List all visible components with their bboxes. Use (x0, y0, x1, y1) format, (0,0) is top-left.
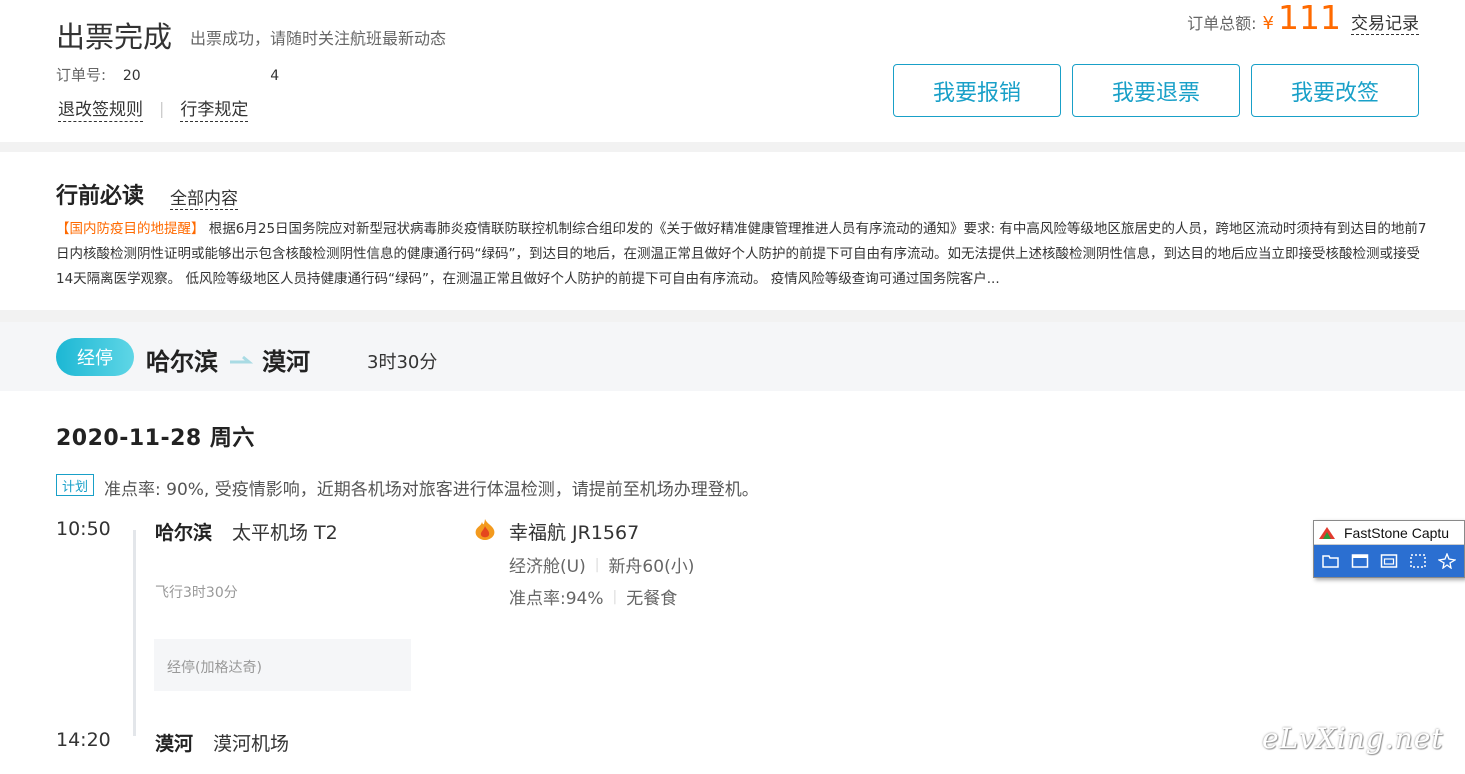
arrival-time: 14:20 (56, 729, 111, 751)
stopover-info: 经停(加格达奇) (154, 639, 411, 691)
route-arrow-icon (229, 348, 254, 372)
order-number: 订单号: 20 4 (56, 64, 279, 85)
flight-duration: 飞行3时30分 (155, 585, 238, 601)
capture-freehand-icon[interactable] (1436, 551, 1457, 572)
refund-change-rules-link[interactable]: 退改签规则 (58, 95, 143, 122)
currency-symbol: ¥ (1262, 13, 1274, 34)
flame-logo-icon (472, 516, 498, 542)
order-number-fragment: 20 (122, 68, 141, 84)
departure-city: 哈尔滨 (155, 522, 213, 544)
notice-highlight: 【国内防疫目的地提醒】 (56, 221, 205, 237)
capture-window-icon[interactable] (1349, 551, 1370, 572)
faststone-tools (1314, 545, 1464, 577)
faststone-logo-icon (1319, 526, 1335, 539)
route-origin: 哈尔滨 (146, 348, 218, 376)
flight-trip-card: 经停 哈尔滨 漠河 3时30分 2020-11-28 周六 计划 准点率: 90… (0, 322, 1465, 774)
route-destination: 漠河 (262, 348, 310, 376)
order-total-label: 订单总额: (1187, 14, 1257, 33)
cabin-class: 经济舱(U) (509, 557, 586, 577)
notice-text: 根据6月25日国务院应对新型冠状病毒肺炎疫情联防联控机制综合组印发的《关于做好精… (56, 221, 1427, 287)
route-bar: 经停 哈尔滨 漠河 3时30分 (0, 322, 1465, 391)
stopover-badge: 经停 (56, 338, 134, 376)
capture-object-icon[interactable] (1378, 551, 1399, 572)
faststone-title-bar[interactable]: FastStone Captu (1314, 521, 1464, 545)
link-separator: | (159, 99, 165, 118)
ontime-rate: 准点率:94% (509, 589, 604, 609)
departure-time: 10:50 (56, 518, 111, 540)
meal-info: 无餐食 (626, 589, 678, 609)
timeline-line (133, 530, 136, 736)
baggage-rules-link[interactable]: 行李规定 (180, 95, 249, 122)
faststone-capture-toolbar: FastStone Captu (1313, 520, 1465, 578)
capture-region-icon[interactable] (1407, 551, 1428, 572)
transaction-records-link[interactable]: 交易记录 (1351, 9, 1419, 35)
policy-links: 退改签规则 | 行李规定 (58, 95, 249, 122)
refund-button[interactable]: 我要退票 (1072, 64, 1240, 117)
travel-notice-card: 行前必读 全部内容 【国内防疫目的地提醒】 根据6月25日国务院应对新型冠状病毒… (0, 152, 1465, 310)
service-info: 准点率:94% | 无餐食 (509, 584, 678, 610)
separator: | (612, 588, 618, 605)
airline-flight-number: 幸福航 JR1567 (509, 522, 640, 544)
punctuality-notice: 准点率: 90%, 受疫情影响，近期各机场对旅客进行体温检测，请提前至机场办理登… (104, 480, 759, 500)
cabin-info: 经济舱(U) | 新舟60(小) (509, 552, 695, 578)
notice-title: 行前必读 (56, 184, 145, 209)
order-total: 订单总额: ¥ 111 交易记录 (1187, 0, 1419, 36)
change-ticket-button[interactable]: 我要改签 (1251, 64, 1419, 117)
open-folder-icon[interactable] (1320, 551, 1341, 572)
page-subtitle: 出票成功，请随时关注航班最新动态 (190, 29, 447, 48)
flight-date: 2020-11-28 周六 (56, 426, 255, 451)
arrival-city: 漠河 (155, 733, 194, 755)
order-number-redaction (145, 68, 266, 83)
order-total-amount: 111 (1278, 0, 1341, 37)
order-summary-card: 出票完成 出票成功，请随时关注航班最新动态 订单号: 20 4 退改签规则 | … (0, 0, 1465, 142)
arrival-airport: 漠河机场 (213, 733, 290, 755)
notice-all-content-link[interactable]: 全部内容 (170, 184, 238, 210)
aircraft-type: 新舟60(小) (608, 557, 695, 577)
faststone-title: FastStone Captu (1344, 524, 1450, 541)
departure-airport: 太平机场 T2 (232, 522, 338, 544)
page-title: 出票完成 (56, 20, 173, 54)
reimburse-button[interactable]: 我要报销 (893, 64, 1061, 117)
separator: | (594, 556, 600, 573)
route-duration: 3时30分 (367, 352, 438, 373)
notice-body: 【国内防疫目的地提醒】 根据6月25日国务院应对新型冠状病毒肺炎疫情联防联控机制… (56, 217, 1436, 292)
order-number-label: 订单号: (56, 66, 107, 84)
order-number-fragment: 4 (270, 68, 280, 84)
plan-tag: 计划 (56, 474, 94, 496)
site-watermark: eLvXing.net (1262, 722, 1444, 755)
